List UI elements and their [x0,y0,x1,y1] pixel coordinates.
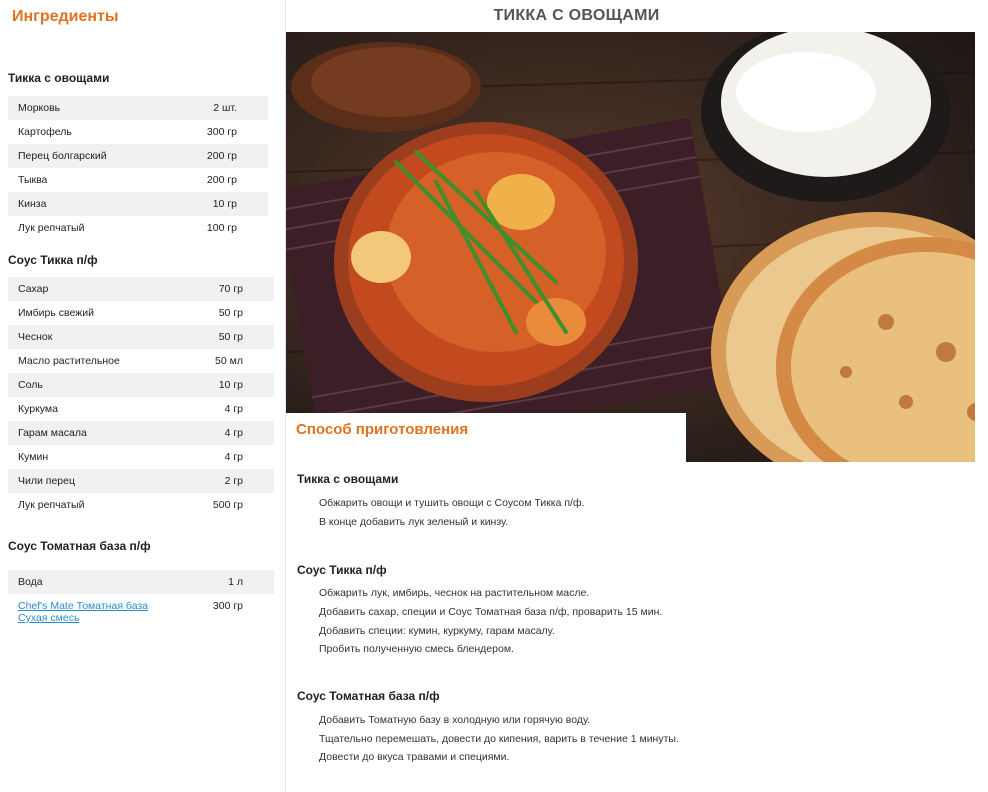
ingredient-section-title: Соус Тикка п/ф [8,253,98,267]
ingredient-name: Chef's Mate Томатная база Сухая смесь [8,594,193,638]
ingredient-table: Сахар 70 гр Имбирь свежий 50 гр Чеснок 50 г… [8,277,274,517]
step-line: Обжарить лук, имбирь, чеснок на растител… [319,587,590,599]
ingredient-qty: 300 гр [212,600,243,612]
ingredient-section-title: Тикка с овощами [8,71,110,85]
ingredient-qty: 50 гр [218,307,243,319]
ingredient-qty: 70 гр [180,277,274,301]
step-section-title: Соус Томатная база п/ф [297,689,440,703]
ingredient-qty: 200 гр [206,174,237,186]
table-row: Сахар 70 гр [8,277,274,301]
step-line: Обжарить овощи и тушить овощи с Соусом Т… [319,497,585,509]
recipe-title: ТИККА С ОВОЩАМИ [493,7,660,24]
ingredient-qty: 100 гр [206,222,237,234]
ingredient-qty: 4 гр [224,451,243,463]
ingredient-name: Имбирь свежий [18,307,94,319]
ingredient-name: Чеснок [8,325,180,349]
table-row: Перец болгарский 200 гр [8,144,268,168]
ingredient-name: Кинза [8,192,169,216]
ingredient-qty: 4 гр [180,421,274,445]
dish-illustration [286,32,975,462]
table-row: Картофель 300 гр [8,120,268,144]
table-row: Chef's Mate Томатная база Сухая смесь 30… [8,594,274,638]
ingredient-qty: 1 л [193,570,274,594]
table-row: Гарам масала 4 гр [8,421,274,445]
table-row: Чеснок 50 гр [8,325,274,349]
ingredient-qty: 50 гр [180,325,274,349]
step-line: Добавить Томатную базу в холодную или го… [319,714,591,726]
ingredient-qty: 50 мл [215,355,243,367]
step-line: Довести до вкуса травами и специями. [319,751,510,763]
step-section-title: Тикка с овощами [297,472,399,486]
table-row: Лук репчатый 100 гр [8,216,268,240]
ingredient-qty: 300 гр [206,126,237,138]
ingredient-name: Кумин [18,451,49,463]
ingredients-heading: Ингредиенты [12,8,119,25]
ingredient-table: Вода 1 л Chef's Mate Томатная база Сухая … [8,570,274,638]
dish-photo [286,32,975,462]
table-row: Морковь 2 шт. [8,96,268,120]
table-row: Чили перец 2 гр [8,469,274,493]
table-row: Кумин 4 гр [8,445,274,469]
ingredient-table: Морковь 2 шт. Картофель 300 гр Перец болга… [8,96,268,240]
table-row: Тыква 200 гр [8,168,268,192]
ingredient-name: Сахар [8,277,180,301]
step-line: Добавить специи: кумин, куркуму, гарам м… [319,625,555,637]
ingredient-qty: 4 гр [224,403,243,415]
ingredient-qty: 2 шт. [168,96,268,120]
ingredient-name: Лук репчатый [18,222,85,234]
step-line: Пробить полученную смесь блендером. [319,643,514,655]
curry-bowl [334,122,638,402]
ingredient-section-title: Соус Томатная база п/ф [8,539,151,553]
table-row: Лук репчатый 500 гр [8,493,274,517]
ingredient-name: Морковь [8,96,169,120]
table-row: Куркума 4 гр [8,397,274,421]
ingredient-qty: 500 гр [212,499,243,511]
table-row: Имбирь свежий 50 гр [8,301,274,325]
method-heading: Способ приготовления [296,421,469,438]
ingredient-name: Тыква [18,174,48,186]
ingredient-name: Соль [8,373,180,397]
table-row: Вода 1 л [8,570,274,594]
step-line: Добавить сахар, специи и Соус Томатная б… [319,606,663,618]
ingredient-name: Чили перец [8,469,180,493]
step-line: В конце добавить лук зеленый и кинзу. [319,516,509,528]
table-row: Кинза 10 гр [8,192,268,216]
ingredient-name: Вода [8,570,194,594]
ingredient-name: Масло растительное [18,355,120,367]
ingredient-name: Гарам масала [8,421,180,445]
step-line: Тщательно перемешать, довести до кипения… [319,733,679,745]
ingredient-name: Перец болгарский [8,144,169,168]
product-link-subtitle[interactable]: Сухая смесь [18,612,79,624]
table-row: Соль 10 гр [8,373,274,397]
ingredient-qty: 10 гр [180,373,274,397]
flatbread [711,212,975,462]
ingredient-name: Лук репчатый [18,499,85,511]
rice-bowl [701,32,951,202]
ingredient-qty: 10 гр [168,192,268,216]
ingredient-qty: 200 гр [168,144,268,168]
table-row: Масло растительное 50 мл [8,349,274,373]
ingredient-qty: 2 гр [180,469,274,493]
step-section-title: Соус Тикка п/ф [297,563,387,577]
ingredient-name: Куркума [18,403,58,415]
ingredients-panel: Ингредиенты Тикка с овощами Морковь 2 шт.… [0,0,286,792]
product-link[interactable]: Chef's Mate Томатная база [18,600,148,612]
ingredient-name: Картофель [18,126,72,138]
